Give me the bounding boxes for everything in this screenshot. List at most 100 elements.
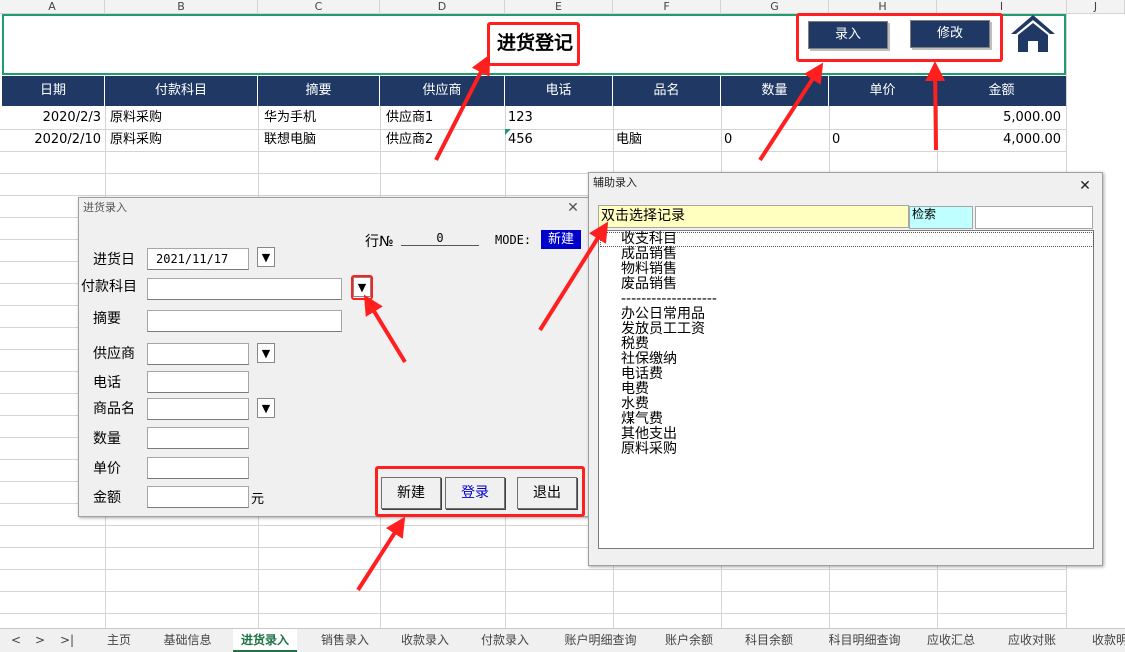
list-item[interactable]: 其他支出 (621, 427, 677, 442)
sheet-tab[interactable]: 收款明 (1080, 629, 1125, 652)
sheet-tab[interactable]: 科目明细查询 (817, 629, 912, 652)
amount-field[interactable] (147, 486, 249, 508)
mode-badge: 新建 (541, 230, 581, 249)
table-cell[interactable]: 供应商2 (386, 129, 501, 151)
table-cell[interactable]: 华为手机 (264, 107, 376, 129)
qty-field[interactable] (147, 427, 249, 449)
table-cell[interactable]: 123 (508, 107, 608, 129)
list-item[interactable]: 原料采购 (621, 442, 677, 457)
table-cell[interactable]: 0 (724, 129, 824, 151)
column-header-a[interactable]: A (0, 0, 105, 14)
column-header-d[interactable]: D (380, 0, 505, 14)
sheet-tab[interactable]: 应收对账 (1000, 629, 1064, 652)
product-label: 商品名 (93, 401, 135, 417)
sheet-tab[interactable]: 进货录入 (233, 629, 297, 652)
list-item[interactable]: 电话费 (621, 367, 663, 382)
price-field[interactable] (147, 457, 249, 479)
header-summary: 摘要 (258, 76, 380, 106)
sheet-tab[interactable]: 基础信息 (150, 629, 225, 652)
comment-marker (505, 129, 511, 135)
column-header-c[interactable]: C (258, 0, 380, 14)
next-sheet-icon[interactable]: > (32, 629, 48, 652)
account-label: 付款科目 (81, 279, 137, 295)
record-listbox[interactable]: 收支科目 成品销售 物料销售 废品销售 ------------------- 办公日常用… (598, 230, 1094, 549)
home-icon[interactable] (1008, 12, 1058, 56)
list-item[interactable]: 税费 (621, 337, 649, 352)
product-field[interactable] (147, 398, 249, 420)
new-button[interactable]: 新建 (381, 477, 441, 509)
list-item[interactable]: 收支科目 (621, 232, 677, 247)
header-account: 付款科目 (105, 76, 258, 106)
sheet-tab[interactable]: 账户明细查询 (553, 629, 648, 652)
table-cell[interactable]: 供应商1 (386, 107, 501, 129)
header-supplier: 供应商 (380, 76, 505, 106)
list-item[interactable]: 成品销售 (621, 247, 677, 262)
column-header-b[interactable]: B (105, 0, 258, 14)
phone-field[interactable] (147, 371, 249, 393)
sheet-tab[interactable]: 收款录入 (393, 629, 457, 652)
data-rows: 2020/2/3 原料采购 华为手机 供应商1 123 5,000.00 202… (0, 107, 1067, 151)
date-dropdown-icon[interactable]: ▼ (257, 247, 275, 267)
table-cell[interactable]: 4,000.00 (940, 129, 1061, 151)
list-item[interactable]: 发放员工工资 (621, 322, 705, 337)
close-icon[interactable]: ✕ (1076, 177, 1094, 195)
table-cell[interactable]: 2020/2/10 (0, 129, 101, 151)
list-item[interactable]: 办公日常用品 (621, 307, 705, 322)
sheet-title: 进货登记 (496, 32, 573, 54)
list-item[interactable]: 煤气费 (621, 412, 663, 427)
column-header-bar: A B C D E F G H I J (0, 0, 1125, 14)
column-header-e[interactable]: E (505, 0, 613, 14)
grid-line (0, 591, 1067, 592)
table-cell[interactable]: 5,000.00 (940, 107, 1061, 129)
sheet-tab[interactable]: 科目余额 (737, 629, 801, 652)
sheet-tab[interactable]: 销售录入 (313, 629, 377, 652)
table-cell[interactable]: 原料采购 (110, 129, 255, 151)
list-item[interactable]: 电费 (621, 382, 649, 397)
sheet-tab[interactable]: 付款录入 (473, 629, 537, 652)
date-field[interactable]: 2021/11/17 (147, 248, 249, 270)
exit-button[interactable]: 退出 (517, 477, 577, 509)
product-dropdown-icon[interactable]: ▼ (257, 398, 275, 418)
supplier-field[interactable] (147, 343, 249, 365)
table-cell[interactable]: 联想电脑 (264, 129, 376, 151)
list-item[interactable]: 废品销售 (621, 277, 677, 292)
list-item[interactable]: 社保缴纳 (621, 352, 677, 367)
summary-label: 摘要 (93, 311, 121, 327)
list-item[interactable]: 水费 (621, 397, 649, 412)
sheet-tab[interactable]: 应收汇总 (919, 629, 983, 652)
column-header-g[interactable]: G (721, 0, 829, 14)
table-cell[interactable]: 456 (508, 129, 608, 151)
list-item[interactable]: ------------------- (621, 292, 717, 307)
grid-line (0, 569, 1067, 570)
search-input[interactable] (975, 206, 1093, 229)
column-header-h[interactable]: H (829, 0, 937, 14)
sheet-tab[interactable]: 主页 (100, 629, 138, 652)
table-cell[interactable]: 2020/2/3 (0, 107, 101, 129)
login-button[interactable]: 登录 (445, 477, 505, 509)
amount-label: 金额 (93, 490, 121, 506)
table-cell[interactable]: 原料采购 (110, 107, 255, 129)
entry-button[interactable]: 录入 (808, 21, 888, 49)
account-field[interactable] (147, 278, 342, 300)
column-header-j[interactable]: J (1067, 0, 1125, 14)
list-item[interactable]: 物料销售 (621, 262, 677, 277)
helper-entry-dialog: 辅助录入 ✕ 双击选择记录 检索 收支科目 成品销售 物料销售 废品销售 -------… (588, 172, 1103, 566)
supplier-label: 供应商 (93, 346, 135, 362)
header-amount: 金额 (988, 83, 1015, 98)
hint-box: 双击选择记录 (598, 205, 909, 228)
table-cell[interactable]: 电脑 (616, 129, 716, 151)
row-number-label: 行№ (365, 234, 394, 250)
qty-label: 数量 (93, 431, 121, 447)
column-header-f[interactable]: F (613, 0, 721, 14)
modify-button[interactable]: 修改 (910, 20, 990, 48)
account-dropdown-icon[interactable]: ▼ (353, 277, 371, 297)
last-sheet-icon[interactable]: >| (58, 629, 76, 652)
close-icon[interactable]: ✕ (564, 199, 582, 217)
phone-label: 电话 (93, 375, 121, 391)
table-cell[interactable]: 0 (832, 129, 932, 151)
prev-sheet-icon[interactable]: < (8, 629, 24, 652)
summary-field[interactable] (147, 310, 342, 332)
supplier-dropdown-icon[interactable]: ▼ (257, 343, 275, 363)
sheet-tab[interactable]: 账户余额 (657, 629, 721, 652)
row-number-value: 0 (401, 231, 479, 246)
